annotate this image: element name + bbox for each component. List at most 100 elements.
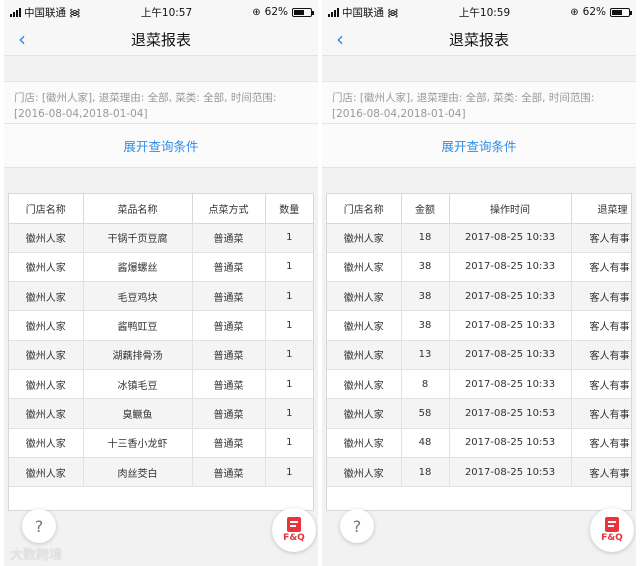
table-row[interactable]: 徽州人家 臭鳜鱼 普通菜 1 — [9, 398, 313, 429]
cell-store: 徽州人家 — [327, 398, 402, 429]
faq-button[interactable]: F&Q — [590, 508, 634, 552]
battery-icon — [292, 7, 314, 17]
cell-quantity: 1 — [265, 340, 313, 370]
cell-quantity: 1 — [265, 428, 313, 458]
help-button[interactable]: ? — [22, 509, 56, 543]
cell-time: 2017-08-25 10:33 — [449, 340, 572, 370]
cell-order-type: 普通菜 — [192, 369, 266, 400]
filter-summary: 门店: [徽州人家], 退菜理由: 全部, 菜类: 全部, 时间范围: [201… — [322, 82, 636, 124]
cell-time: 2017-08-25 10:53 — [449, 457, 572, 488]
cell-store: 徽州人家 — [9, 223, 84, 253]
table-row[interactable]: 徽州人家 18 2017-08-25 10:53 客人有事 — [327, 457, 631, 488]
cell-time: 2017-08-25 10:33 — [449, 369, 572, 400]
cell-store: 徽州人家 — [327, 281, 402, 312]
table-row[interactable]: 徽州人家 酱鸭豇豆 普通菜 1 — [9, 310, 313, 341]
cell-store: 徽州人家 — [9, 281, 84, 312]
page-title: 退菜报表 — [130, 31, 191, 49]
cell-dish: 十三香小龙虾 — [83, 428, 193, 458]
column-header[interactable]: 数量 — [265, 194, 313, 224]
column-header[interactable]: 菜品名称 — [83, 194, 193, 224]
cell-store: 徽州人家 — [327, 369, 402, 400]
faq-label: F&Q — [283, 533, 305, 543]
phone-screen-right: 中国联通 ᯼ 上午10:59 ⊕ 62% ‹ 退菜报表 门店: [徽州人家], … — [322, 0, 636, 566]
cell-reason: 客人有事 — [571, 310, 631, 341]
cell-amount: 18 — [401, 457, 450, 488]
table-row[interactable]: 徽州人家 湖藕排骨汤 普通菜 1 — [9, 340, 313, 370]
signal-icon — [328, 7, 339, 17]
table-row[interactable]: 徽州人家 48 2017-08-25 10:53 客人有事 — [327, 428, 631, 458]
cell-quantity: 1 — [265, 252, 313, 283]
table-row[interactable]: 徽州人家 毛豆鸡块 普通菜 1 — [9, 281, 313, 312]
cell-order-type: 普通菜 — [192, 281, 266, 312]
cell-amount: 18 — [401, 223, 450, 253]
document-icon — [287, 517, 301, 532]
faq-label: F&Q — [601, 533, 623, 543]
cell-dish: 冰镇毛豆 — [83, 369, 193, 400]
cell-store: 徽州人家 — [327, 223, 402, 253]
table-row[interactable]: 徽州人家 38 2017-08-25 10:33 客人有事 — [327, 310, 631, 341]
report-table-container[interactable]: 门店名称 金额 操作时间 退菜理 徽州人家 18 2017-08-25 10:33 客… — [326, 193, 632, 511]
expand-query-button[interactable]: 展开查询条件 — [123, 136, 198, 155]
signal-icon — [10, 7, 21, 17]
wifi-icon: ᯼ — [69, 5, 81, 19]
table-row[interactable]: 徽州人家 58 2017-08-25 10:53 客人有事 — [327, 398, 631, 429]
cell-time: 2017-08-25 10:33 — [449, 281, 572, 312]
orientation-lock-icon: ⊕ — [252, 6, 261, 18]
cell-quantity: 1 — [265, 281, 313, 312]
cell-time: 2017-08-25 10:33 — [449, 223, 572, 253]
cell-amount: 13 — [401, 340, 450, 370]
help-button[interactable]: ? — [340, 509, 374, 543]
battery-percent: 62% — [582, 6, 606, 18]
expand-query-button[interactable]: 展开查询条件 — [441, 136, 516, 155]
column-header[interactable]: 退菜理 — [571, 194, 631, 224]
table-row[interactable]: 徽州人家 38 2017-08-25 10:33 客人有事 — [327, 281, 631, 312]
top-spacer — [322, 56, 636, 82]
table-row[interactable]: 徽州人家 肉丝茭白 普通菜 1 — [9, 457, 313, 488]
cell-reason: 客人有事 — [571, 223, 631, 253]
cell-dish: 臭鳜鱼 — [83, 398, 193, 429]
cell-quantity: 1 — [265, 457, 313, 488]
cell-reason: 客人有事 — [571, 252, 631, 283]
cell-quantity: 1 — [265, 223, 313, 253]
cell-amount: 38 — [401, 310, 450, 341]
column-header[interactable]: 门店名称 — [9, 194, 84, 224]
document-icon — [605, 517, 619, 532]
expand-row: 展开查询条件 — [322, 124, 636, 168]
column-header[interactable]: 金额 — [401, 194, 450, 224]
mid-spacer — [322, 168, 636, 193]
column-header[interactable]: 操作时间 — [449, 194, 572, 224]
nav-bar: ‹ 退菜报表 — [322, 24, 636, 56]
cell-dish: 湖藕排骨汤 — [83, 340, 193, 370]
nav-bar: ‹ 退菜报表 — [4, 24, 318, 56]
status-bar: 中国联通 ᯼ 上午10:59 ⊕ 62% — [322, 0, 636, 24]
cell-dish: 肉丝茭白 — [83, 457, 193, 488]
table-row[interactable]: 徽州人家 13 2017-08-25 10:33 客人有事 — [327, 340, 631, 370]
cell-dish: 毛豆鸡块 — [83, 281, 193, 312]
cell-dish: 干锅千页豆腐 — [83, 223, 193, 253]
expand-row: 展开查询条件 — [4, 124, 318, 168]
carrier-label: 中国联通 — [342, 6, 384, 19]
back-chevron-icon[interactable]: ‹ — [12, 28, 32, 52]
cell-store: 徽州人家 — [327, 457, 402, 488]
column-header[interactable]: 门店名称 — [327, 194, 402, 224]
orientation-lock-icon: ⊕ — [570, 6, 579, 18]
table-row[interactable]: 徽州人家 18 2017-08-25 10:33 客人有事 — [327, 223, 631, 253]
table-row[interactable]: 徽州人家 8 2017-08-25 10:33 客人有事 — [327, 369, 631, 400]
table-header-row: 门店名称 金额 操作时间 退菜理 — [327, 194, 631, 224]
clock: 上午10:59 — [458, 6, 511, 19]
table-row[interactable]: 徽州人家 酱爆螺丝 普通菜 1 — [9, 252, 313, 283]
column-header[interactable]: 点菜方式 — [192, 194, 266, 224]
cell-store: 徽州人家 — [327, 340, 402, 370]
table-row[interactable]: 徽州人家 38 2017-08-25 10:33 客人有事 — [327, 252, 631, 283]
table-row[interactable]: 徽州人家 冰镇毛豆 普通菜 1 — [9, 369, 313, 400]
report-table-container[interactable]: 门店名称 菜品名称 点菜方式 数量 徽州人家 干锅千页豆腐 普通菜 1 徽州人家 酱爆螺… — [8, 193, 314, 511]
cell-order-type: 普通菜 — [192, 398, 266, 429]
cell-order-type: 普通菜 — [192, 457, 266, 488]
cell-reason: 客人有事 — [571, 428, 631, 458]
faq-button[interactable]: F&Q — [272, 508, 316, 552]
cell-reason: 客人有事 — [571, 457, 631, 488]
table-row[interactable]: 徽州人家 干锅千页豆腐 普通菜 1 — [9, 223, 313, 253]
status-bar: 中国联通 ᯼ 上午10:57 ⊕ 62% — [4, 0, 318, 24]
table-row[interactable]: 徽州人家 十三香小龙虾 普通菜 1 — [9, 428, 313, 458]
back-chevron-icon[interactable]: ‹ — [330, 28, 350, 52]
